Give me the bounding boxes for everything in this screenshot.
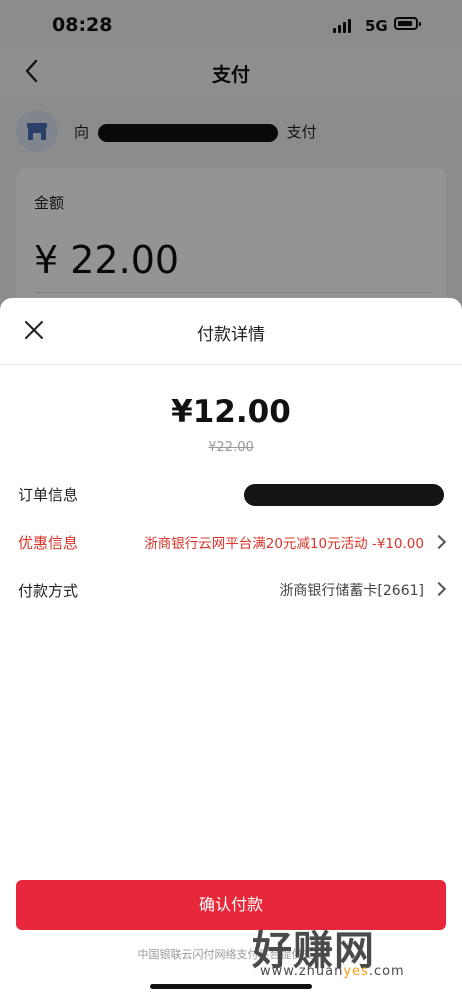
discount-value-wrap: 浙商银行云网平台满20元减10元活动 -¥10.00 [144, 532, 447, 552]
order-info-label: 订单信息 [18, 486, 79, 504]
payment-method-label: 付款方式 [18, 582, 79, 600]
watermark-url: www.zhuanyes.com [260, 964, 405, 979]
home-indicator[interactable] [150, 984, 312, 989]
payment-details-sheet: 付款详情 ¥12.00 ¥22.00 订单信息 优惠信息 浙商银行云网平台满20… [0, 298, 462, 999]
chevron-right-icon [431, 534, 447, 550]
original-amount: ¥22.00 [208, 440, 254, 455]
divider [0, 364, 462, 365]
sheet-title: 付款详情 [197, 325, 265, 345]
discount-row[interactable]: 优惠信息 浙商银行云网平台满20元减10元活动 -¥10.00 [18, 532, 447, 556]
payment-method-value: 浙商银行储蓄卡[2661] [279, 583, 424, 599]
watermark: 好赚网 www.zhuanyes.com [250, 918, 450, 988]
payment-method-value-wrap: 浙商银行储蓄卡[2661] [279, 580, 447, 600]
order-info-row: 订单信息 [18, 484, 444, 508]
pay-amount: ¥12.00 [171, 394, 291, 430]
redacted-order-name [244, 484, 444, 506]
chevron-right-icon [431, 581, 447, 597]
payment-method-row[interactable]: 付款方式 浙商银行储蓄卡[2661] [18, 580, 447, 604]
order-info-value [244, 484, 444, 510]
discount-label: 优惠信息 [18, 534, 79, 552]
discount-value: 浙商银行云网平台满20元减10元活动 -¥10.00 [144, 536, 424, 552]
